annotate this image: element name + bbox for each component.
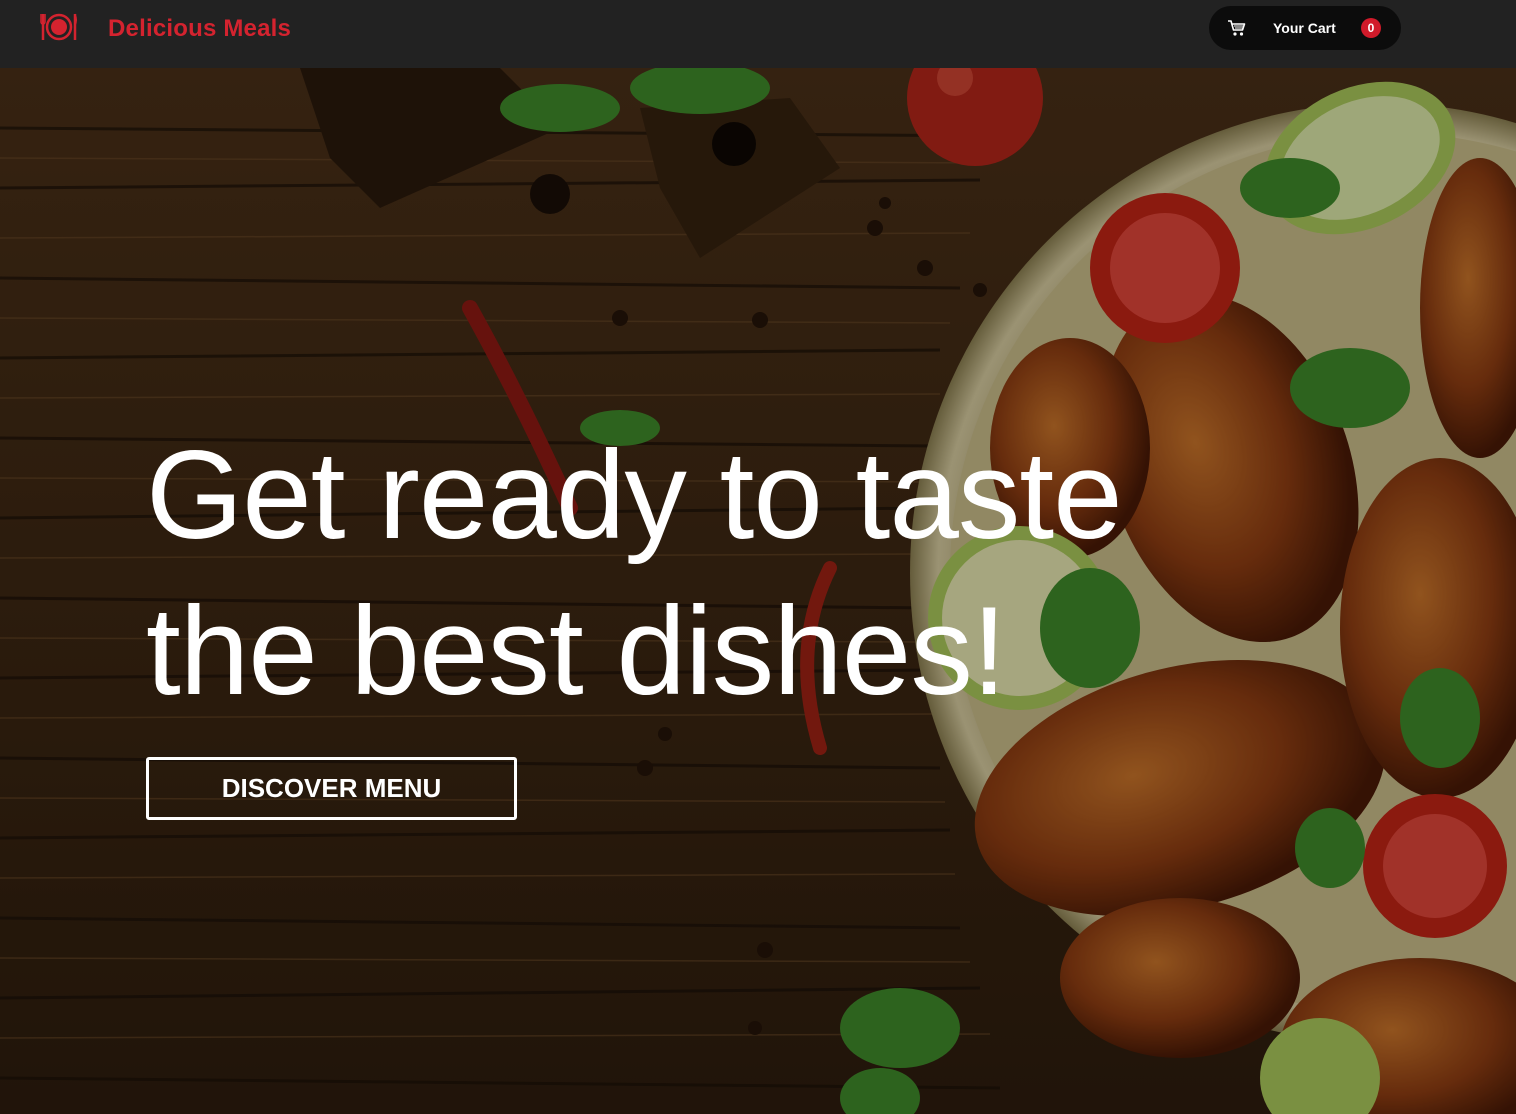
- hero-section: Get ready to taste the best dishes! DISC…: [0, 68, 1516, 1114]
- cart-button[interactable]: Your Cart 0: [1209, 6, 1401, 50]
- cart-label: Your Cart: [1273, 20, 1336, 36]
- plate-cutlery-icon[interactable]: [39, 11, 79, 43]
- hero-headline-line-1: Get ready to taste: [146, 426, 1123, 565]
- brand-name[interactable]: Delicious Meals: [108, 15, 291, 43]
- hero-headline-line-2: the best dishes!: [146, 582, 1007, 721]
- navbar: Delicious Meals Your Cart 0: [0, 0, 1516, 68]
- cart-count-badge: 0: [1361, 18, 1381, 38]
- shopping-cart-icon: [1228, 20, 1246, 36]
- discover-menu-button[interactable]: DISCOVER MENU: [146, 757, 517, 820]
- hero-headline: Get ready to taste the best dishes!: [146, 418, 1246, 730]
